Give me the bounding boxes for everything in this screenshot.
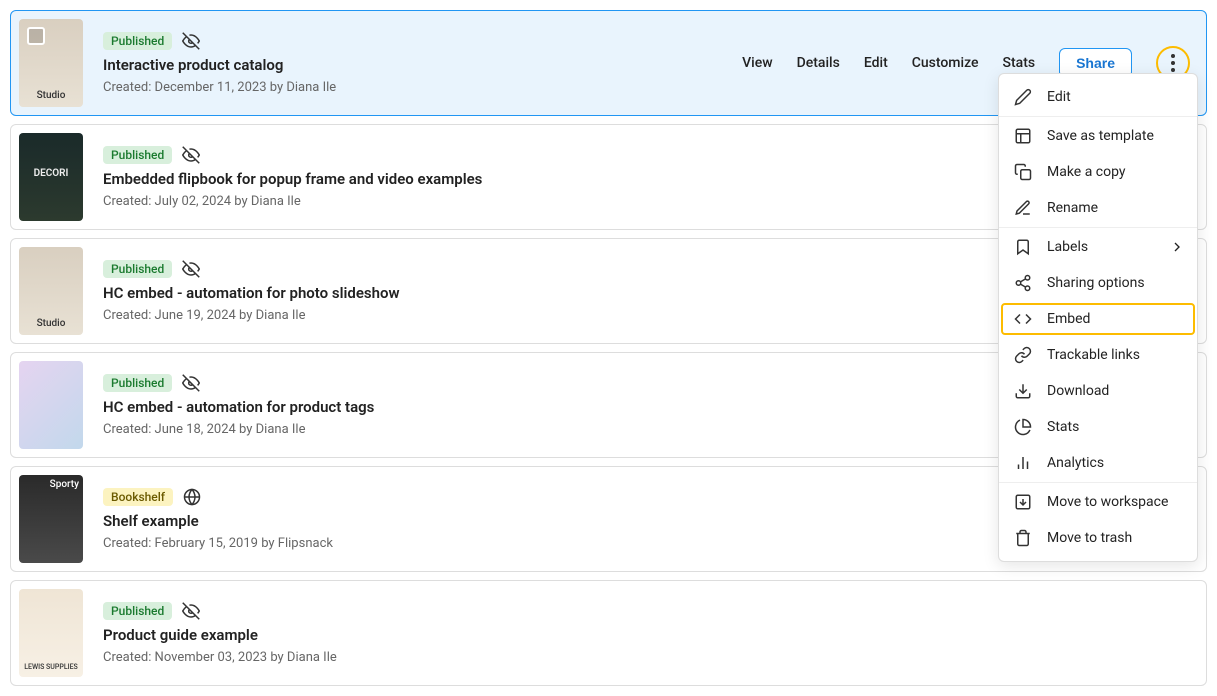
thumb-label: Studio (19, 318, 83, 329)
thumb-label: Studio (19, 90, 83, 101)
visibility-hidden-icon (182, 260, 200, 278)
thumb-label: DECORI (19, 168, 83, 179)
link-icon (1013, 345, 1033, 365)
code-icon (1013, 309, 1033, 329)
dropdown-make-copy[interactable]: Make a copy (999, 154, 1197, 190)
card-title: Interactive product catalog (103, 56, 742, 74)
dropdown-label: Make a copy (1047, 164, 1126, 180)
dropdown-label: Move to workspace (1047, 494, 1168, 510)
card-created: Created: December 11, 2023 by Diana Ile (103, 80, 742, 95)
visibility-hidden-icon (182, 146, 200, 164)
dropdown-label: Move to trash (1047, 530, 1132, 546)
visibility-hidden-icon (182, 602, 200, 620)
dropdown-label: Rename (1047, 200, 1098, 216)
template-icon (1013, 126, 1033, 146)
card-title: Product guide example (103, 626, 1190, 644)
trash-icon (1013, 528, 1033, 548)
share-icon (1013, 273, 1033, 293)
chevron-right-icon (1169, 239, 1185, 255)
rename-icon (1013, 198, 1033, 218)
card-info: Published Product guide example Created:… (103, 602, 1190, 665)
dropdown-label: Edit (1047, 89, 1071, 105)
dropdown-trackable[interactable]: Trackable links (999, 337, 1197, 373)
edit-link[interactable]: Edit (864, 55, 888, 71)
dropdown-edit[interactable]: Edit (999, 79, 1197, 115)
thumbnail[interactable]: Studio (19, 19, 83, 107)
thumbnail[interactable]: DECORI (19, 133, 83, 221)
view-link[interactable]: View (742, 55, 773, 71)
status-badge: Published (103, 260, 172, 278)
card-info: Published Interactive product catalog Cr… (103, 32, 742, 95)
dropdown-label: Labels (1047, 239, 1088, 255)
thumbnail[interactable]: Studio (19, 247, 83, 335)
card-created: Created: November 03, 2023 by Diana Ile (103, 650, 1190, 665)
copy-icon (1013, 162, 1033, 182)
pie-chart-icon (1013, 417, 1033, 437)
download-icon (1013, 381, 1033, 401)
status-badge: Published (103, 374, 172, 392)
dropdown-move-workspace[interactable]: Move to workspace (999, 484, 1197, 520)
thumb-label: Sporty (50, 479, 79, 490)
details-link[interactable]: Details (797, 55, 840, 71)
more-vertical-icon (1171, 54, 1175, 72)
dropdown-move-trash[interactable]: Move to trash (999, 520, 1197, 556)
pencil-icon (1013, 87, 1033, 107)
flipbook-card[interactable]: Studio Published Interactive product cat… (10, 10, 1207, 116)
dropdown-labels[interactable]: Labels (999, 229, 1197, 265)
move-icon (1013, 492, 1033, 512)
dropdown-label: Stats (1047, 419, 1079, 435)
dropdown-download[interactable]: Download (999, 373, 1197, 409)
bookmark-icon (1013, 237, 1033, 257)
dropdown-stats[interactable]: Stats (999, 409, 1197, 445)
more-dropdown: Edit Save as template Make a copy Rename… (998, 73, 1198, 562)
dropdown-analytics[interactable]: Analytics (999, 445, 1197, 481)
dropdown-label: Embed (1047, 311, 1090, 327)
dropdown-rename[interactable]: Rename (999, 190, 1197, 226)
dropdown-sharing[interactable]: Sharing options (999, 265, 1197, 301)
status-badge: Published (103, 146, 172, 164)
flipbook-list: Studio Published Interactive product cat… (10, 10, 1207, 686)
stats-link[interactable]: Stats (1003, 55, 1036, 71)
visibility-hidden-icon (182, 374, 200, 392)
dropdown-label: Trackable links (1047, 347, 1140, 363)
status-badge: Bookshelf (103, 488, 173, 506)
thumbnail[interactable]: Sporty (19, 475, 83, 563)
dropdown-label: Download (1047, 383, 1109, 399)
dropdown-label: Analytics (1047, 455, 1104, 471)
flipbook-card[interactable]: LEWIS SUPPLIES Published Product guide e… (10, 580, 1207, 686)
visibility-hidden-icon (182, 32, 200, 50)
dropdown-label: Sharing options (1047, 275, 1145, 291)
customize-link[interactable]: Customize (912, 55, 979, 71)
thumbnail[interactable]: LEWIS SUPPLIES (19, 589, 83, 677)
thumbnail[interactable] (19, 361, 83, 449)
dropdown-label: Save as template (1047, 128, 1154, 144)
dropdown-embed[interactable]: Embed (999, 301, 1197, 337)
thumb-label: LEWIS SUPPLIES (19, 663, 83, 671)
globe-icon (183, 488, 201, 506)
bar-chart-icon (1013, 453, 1033, 473)
select-checkbox[interactable] (27, 27, 45, 45)
status-badge: Published (103, 602, 172, 620)
dropdown-save-template[interactable]: Save as template (999, 118, 1197, 154)
status-badge: Published (103, 32, 172, 50)
